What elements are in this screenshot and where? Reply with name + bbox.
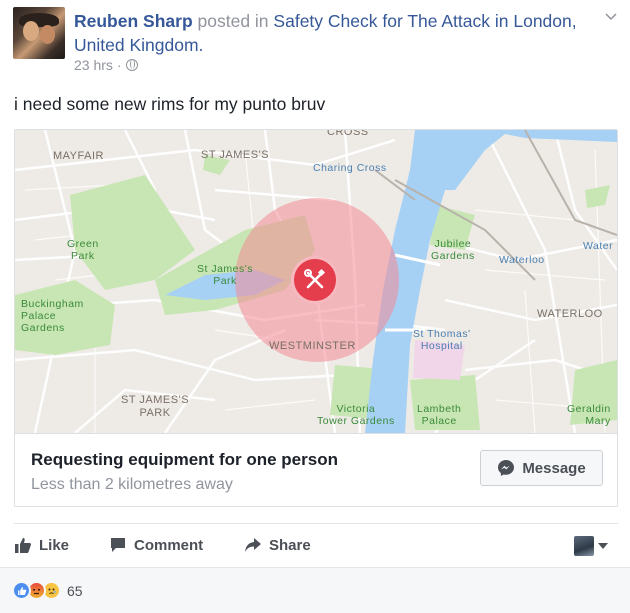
map-label-waterloo-station: Waterloo <box>499 254 545 266</box>
post-as-selector[interactable] <box>574 536 608 556</box>
author-avatar[interactable] <box>13 7 65 59</box>
map-label-charing-cross: Charing Cross <box>313 162 387 174</box>
message-button[interactable]: Message <box>480 450 603 486</box>
message-button-label: Message <box>522 459 586 477</box>
globe-icon <box>125 59 138 71</box>
map-label-buckingham: Buckingham Palace Gardens <box>21 298 84 334</box>
post-header: Reuben Sharp posted in Safety Check for … <box>74 9 594 57</box>
attachment-caption: Requesting equipment for one person Less… <box>15 433 617 506</box>
author-name[interactable]: Reuben Sharp <box>74 11 193 31</box>
post-meta: 23 hrs · <box>74 57 138 73</box>
like-button[interactable]: Like <box>14 536 69 554</box>
map-preview[interactable]: CROSS MAYFAIR ST JAMES'S Charing Cross G… <box>15 130 617 433</box>
post-card: Reuben Sharp posted in Safety Check for … <box>0 0 630 613</box>
map-label-cross: CROSS <box>327 129 369 138</box>
thumbs-up-icon <box>15 538 31 553</box>
post-actions: Like Comment Share <box>14 523 618 567</box>
map-label-st-james-park: St James's Park <box>197 263 254 287</box>
map-label-victoria-tower: Victoria Tower Gardens <box>317 403 395 427</box>
messenger-icon <box>498 460 515 476</box>
viewer-avatar <box>574 536 594 556</box>
request-title[interactable]: Requesting equipment for one person <box>31 450 338 470</box>
map-label-green-park: Green Park <box>67 238 99 262</box>
safety-check-attachment[interactable]: CROSS MAYFAIR ST JAMES'S Charing Cross G… <box>14 129 618 507</box>
map-label-jubilee-gardens: Jubilee Gardens <box>431 238 475 262</box>
map-label-lambeth-palace: Lambeth Palace <box>417 403 462 427</box>
meta-separator: · <box>116 57 122 73</box>
map-label-geraldine-mary: Geraldin Mary <box>567 403 611 427</box>
post-timestamp[interactable]: 23 hrs <box>74 57 113 73</box>
posted-in-text: posted in <box>197 11 269 31</box>
map-label-water: Water <box>583 240 614 252</box>
map-label-st-james-park-area: ST JAMES'S PARK <box>121 394 190 419</box>
like-reaction-icon <box>12 581 31 600</box>
share-label: Share <box>269 536 311 554</box>
reaction-summary[interactable]: 65 <box>12 581 83 600</box>
tools-icon <box>291 256 339 304</box>
share-button[interactable]: Share <box>244 536 311 554</box>
map-label-waterloo-area: WATERLOO <box>537 308 603 320</box>
caret-down-icon <box>598 543 608 549</box>
map-label-mayfair: MAYFAIR <box>53 150 104 162</box>
comment-icon <box>111 538 125 552</box>
post-body-text: i need some new rims for my punto bruv <box>14 94 326 114</box>
chevron-down-icon[interactable] <box>604 10 618 24</box>
reactions-bar: 65 <box>0 567 630 613</box>
share-icon <box>245 538 261 552</box>
map-label-st-james: ST JAMES'S <box>201 149 270 161</box>
comment-label: Comment <box>134 536 204 554</box>
like-label: Like <box>39 536 70 554</box>
comment-button[interactable]: Comment <box>109 536 203 554</box>
map-label-westminster: WESTMINSTER <box>269 340 356 352</box>
map-label-st-thomas: St Thomas' Hospital <box>413 328 471 352</box>
reaction-count[interactable]: 65 <box>67 583 83 599</box>
request-distance: Less than 2 kilometres away <box>31 476 233 493</box>
